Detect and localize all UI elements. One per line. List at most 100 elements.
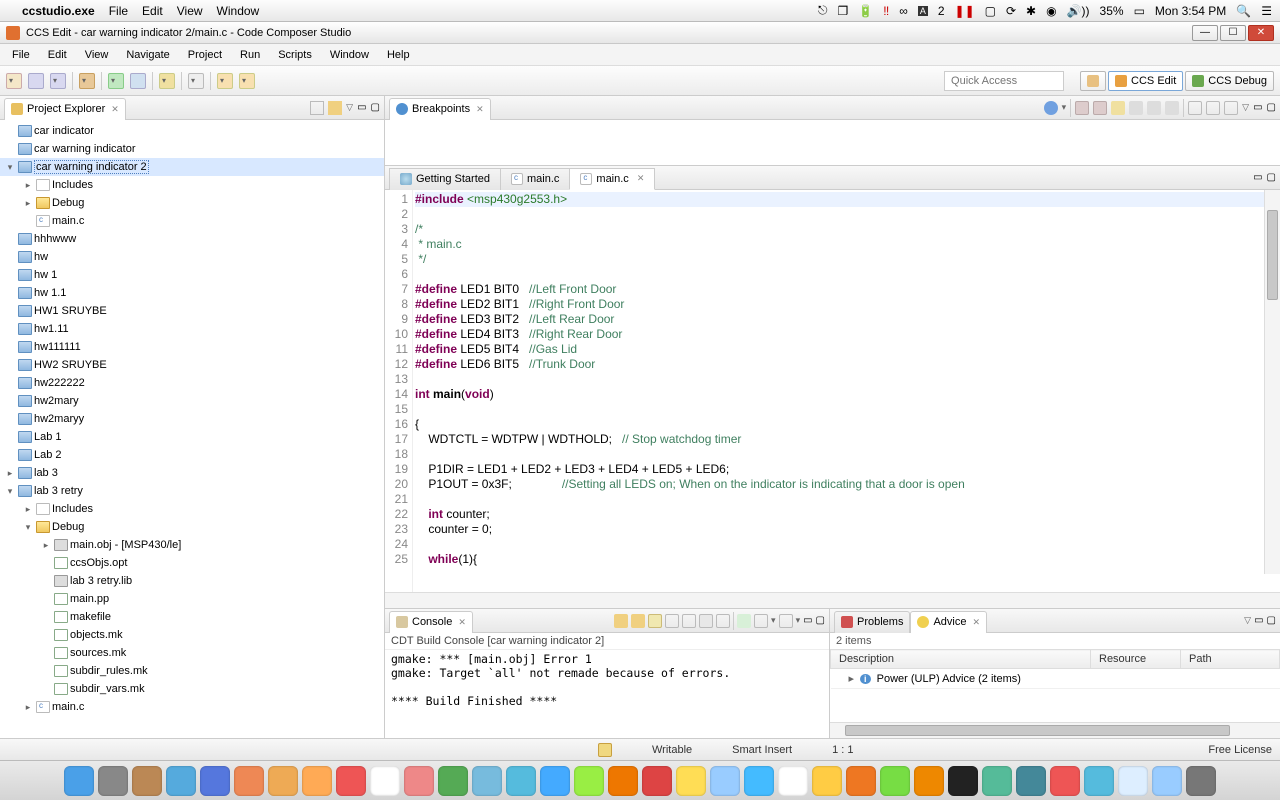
macos-dock[interactable] [0,760,1280,800]
link-icon[interactable] [1188,101,1202,115]
status-icon[interactable]: 🔋 [858,4,873,18]
tree-item[interactable]: ▸Includes [0,500,384,518]
pause-icon[interactable]: ❚❚ [955,4,975,18]
tree-item[interactable]: subdir_vars.mk [0,680,384,698]
close-button[interactable]: ✕ [1248,25,1274,41]
tree-item[interactable]: lab 3 retry.lib [0,572,384,590]
new-breakpoint-icon[interactable] [1044,101,1058,115]
sync-icon[interactable]: ⟳ [1006,4,1016,18]
tree-item[interactable]: HW1 SRUYBE [0,302,384,320]
maximize-icon[interactable]: ▢ [1267,615,1276,626]
close-icon[interactable]: ✕ [476,104,484,115]
new-button[interactable] [6,73,22,89]
status-icon[interactable] [598,743,612,757]
tree-item[interactable]: ▸main.c [0,698,384,716]
up-icon[interactable] [614,614,628,628]
menu-edit[interactable]: Edit [40,47,75,63]
wrap-icon[interactable] [699,614,713,628]
goto-icon[interactable] [1129,101,1143,115]
battery-icon[interactable]: ▭ [1134,4,1145,18]
dock-app[interactable] [846,766,876,796]
tree-item[interactable]: hw 1.1 [0,284,384,302]
tree-item[interactable]: hw [0,248,384,266]
dock-app[interactable] [608,766,638,796]
horizontal-scrollbar[interactable] [830,722,1280,738]
menu-help[interactable]: Help [379,47,418,63]
tree-item[interactable]: main.pp [0,590,384,608]
mac-menu-view[interactable]: View [177,4,203,18]
code-editor[interactable]: 1234567891011121314151617181920212223242… [385,190,1280,592]
flash-button[interactable] [130,73,146,89]
collapse-icon[interactable] [1165,101,1179,115]
show-icon[interactable] [716,614,730,628]
tab-breakpoints[interactable]: Breakpoints ✕ [389,98,491,120]
remove-icon[interactable] [1075,101,1089,115]
project-tree[interactable]: car indicatorcar warning indicator▾car w… [0,120,384,738]
menu-scripts[interactable]: Scripts [270,47,320,63]
filter-icon[interactable] [1224,101,1238,115]
minimize-icon[interactable]: ▭ [1253,102,1262,113]
battery-percent[interactable]: 35% [1100,4,1124,18]
scroll-lock-icon[interactable] [648,614,662,628]
maximize-icon[interactable]: ▢ [816,615,825,626]
editor-tab[interactable]: main.c✕ [569,168,655,190]
view-menu-icon[interactable]: ▽ [346,102,353,113]
tree-item[interactable]: hw1.11 [0,320,384,338]
save-all-button[interactable] [50,73,66,89]
status-icon[interactable]: ‼ [883,4,889,18]
dock-app[interactable] [166,766,196,796]
pin-icon[interactable] [1206,101,1220,115]
close-icon[interactable]: ✕ [111,104,119,115]
view-menu-icon[interactable]: ▽ [1242,102,1249,113]
open-icon[interactable] [737,614,751,628]
tree-item[interactable]: ▾lab 3 retry [0,482,384,500]
status-icon[interactable]: ⎋ [818,3,828,18]
maximize-icon[interactable]: ▢ [1267,172,1276,183]
maximize-icon[interactable]: ▢ [371,102,380,113]
tree-item[interactable]: objects.mk [0,626,384,644]
tree-item[interactable]: Lab 1 [0,428,384,446]
tree-item[interactable]: hw111111 [0,338,384,356]
tree-item[interactable]: Lab 2 [0,446,384,464]
clear-icon[interactable] [665,614,679,628]
mac-menu-edit[interactable]: Edit [142,4,163,18]
dock-app[interactable] [574,766,604,796]
dock-app[interactable] [370,766,400,796]
tree-item[interactable]: ccsObjs.opt [0,554,384,572]
advice-table[interactable]: DescriptionResourcePath ▸i Power (ULP) A… [830,649,1280,722]
minimize-icon[interactable]: ▭ [1254,615,1263,626]
tree-item[interactable]: ▸Includes [0,176,384,194]
status-icon[interactable]: ❐ [838,4,849,18]
mac-menu-file[interactable]: File [109,4,128,18]
dock-app[interactable] [1152,766,1182,796]
menu-file[interactable]: File [4,47,38,63]
dock-app[interactable] [982,766,1012,796]
menu-run[interactable]: Run [232,47,268,63]
collapse-all-icon[interactable] [328,101,342,115]
view-menu-icon[interactable]: ▽ [1244,615,1251,626]
dock-app[interactable] [438,766,468,796]
tree-item[interactable]: ▾Debug [0,518,384,536]
status-icon[interactable]: 2 [938,4,945,18]
dock-app[interactable] [1050,766,1080,796]
maximize-button[interactable]: ☐ [1220,25,1246,41]
tree-item[interactable]: ▸main.obj - [MSP430/le] [0,536,384,554]
bluetooth-icon[interactable]: ✱ [1026,4,1036,18]
tree-item[interactable]: ▾car warning indicator 2 [0,158,384,176]
tree-item[interactable]: car indicator [0,122,384,140]
dock-app[interactable] [1084,766,1114,796]
search-button[interactable] [188,73,204,89]
tab-project-explorer[interactable]: Project Explorer ✕ [4,98,126,120]
menu-window[interactable]: Window [322,47,377,63]
mac-menu-window[interactable]: Window [217,4,260,18]
forward-button[interactable] [239,73,255,89]
adobe-icon[interactable]: A [918,6,928,16]
tool-button[interactable] [159,73,175,89]
dock-app[interactable] [64,766,94,796]
minimize-icon[interactable]: ▭ [357,102,366,113]
pin-icon[interactable] [682,614,696,628]
dock-app[interactable] [98,766,128,796]
wifi-icon[interactable]: ◉ [1046,4,1056,18]
dock-app[interactable] [812,766,842,796]
dock-app[interactable] [778,766,808,796]
